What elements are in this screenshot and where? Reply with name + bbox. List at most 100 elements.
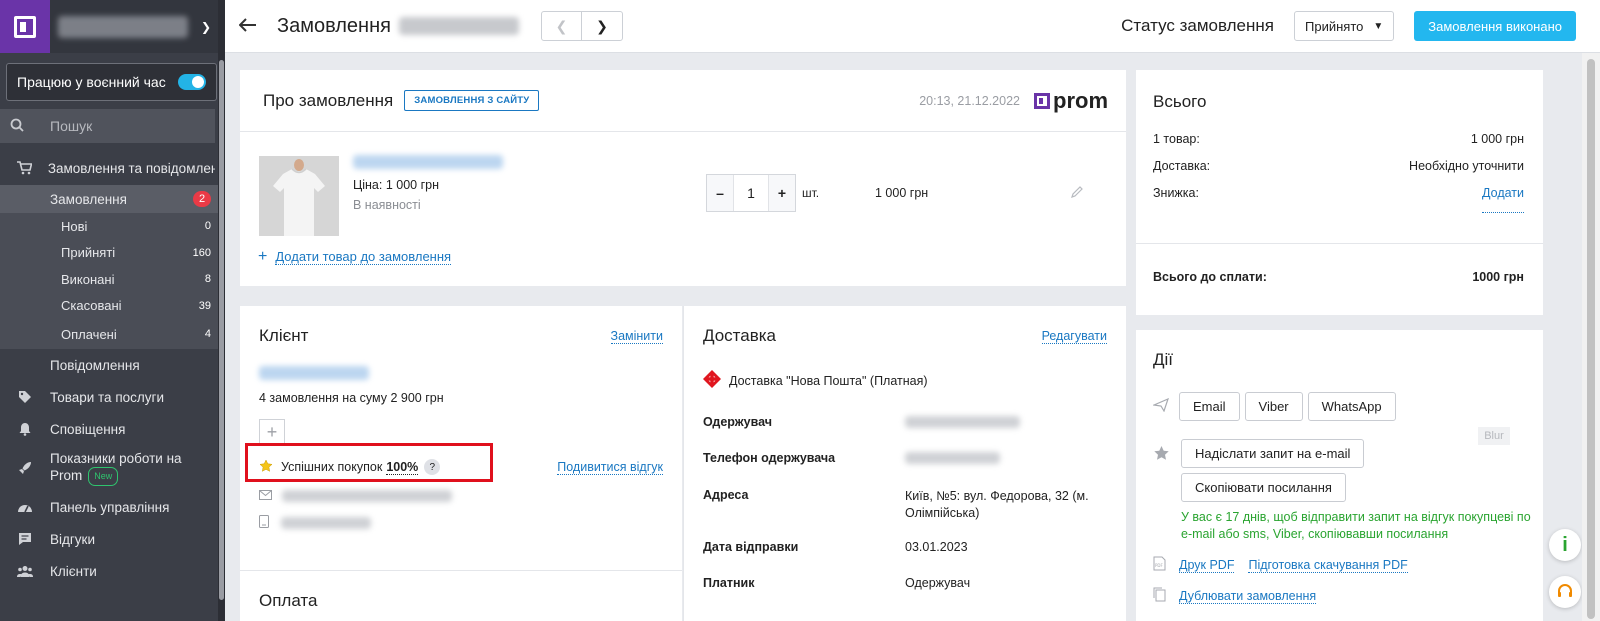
- delivery-method: Доставка "Нова Пошта" (Платная): [684, 370, 1126, 391]
- totals-row-discount: Знижка: Додати: [1136, 186, 1543, 213]
- order-source-tag[interactable]: ЗАМОВЛЕННЯ З САЙТУ: [404, 90, 540, 111]
- order-pager: ❮ ❯: [540, 11, 623, 41]
- sidebar-item-dashboard[interactable]: Панель управління: [0, 491, 225, 523]
- product-image[interactable]: [259, 156, 339, 236]
- review-request-actions: Надіслати запит на e-mail Скопіювати пос…: [1181, 439, 1531, 543]
- add-item-link[interactable]: + Додати товар до замовлення: [258, 248, 452, 266]
- subitem-count: 4: [204, 328, 211, 340]
- client-phone-blurred: [281, 517, 371, 529]
- recipient-blurred: [905, 416, 1020, 428]
- add-item-label: Додати товар до замовлення: [275, 249, 452, 265]
- sidebar-item-products[interactable]: Товари та послуги: [0, 381, 225, 413]
- mail-icon: [259, 488, 272, 503]
- sidebar-subitem-canceled[interactable]: Скасовані 39: [0, 293, 225, 320]
- add-client-tag-button[interactable]: +: [259, 419, 285, 445]
- sidebar-item-orders[interactable]: Замовлення 2: [0, 185, 225, 213]
- star-outline-icon: [1153, 439, 1181, 464]
- sidebar-item-label: Відгуки: [50, 531, 96, 547]
- prom-logo[interactable]: [0, 0, 50, 53]
- quantity-input[interactable]: 1: [733, 175, 769, 211]
- sidebar-item-label: Показники роботи на Prom New: [50, 450, 190, 486]
- field-label: Дата відправки: [703, 540, 799, 554]
- info-icon[interactable]: i: [1549, 529, 1581, 561]
- view-review-link[interactable]: Подивитися відгук: [557, 460, 663, 475]
- row-value: 1 000 грн: [1470, 132, 1524, 146]
- duplicate-order-link[interactable]: Дублювати замовлення: [1179, 589, 1317, 604]
- rocket-icon: [14, 461, 36, 475]
- order-card: Про замовлення ЗАМОВЛЕННЯ З САЙТУ 20:13,…: [240, 70, 1126, 286]
- cart-icon: [14, 161, 34, 175]
- sidebar-search[interactable]: Пошук: [0, 109, 215, 143]
- gauge-icon: [14, 501, 36, 513]
- war-mode-toggle-row[interactable]: Працюю у воєнний час: [6, 63, 217, 101]
- row-value: Необхідно уточнити: [1409, 159, 1524, 173]
- payment-card: Оплата: [240, 570, 682, 621]
- client-orders-summary: 4 замовлення на суму 2 900 грн: [259, 391, 444, 405]
- prev-order-button[interactable]: ❮: [542, 12, 582, 40]
- company-name-blurred: [58, 15, 188, 38]
- grand-value: 1000 грн: [1472, 270, 1524, 284]
- client-card-title: Клієнт: [259, 326, 309, 345]
- totals-title: Всього: [1153, 92, 1207, 111]
- sidebar-scrollbar[interactable]: [218, 0, 225, 621]
- war-mode-toggle[interactable]: [178, 74, 206, 90]
- subitem-count: 39: [198, 299, 211, 312]
- order-card-title: Про замовлення: [263, 90, 394, 110]
- field-label: Платник: [703, 576, 755, 590]
- product-info: Ціна: 1 000 грн В наявності: [353, 155, 503, 212]
- war-mode-label: Працюю у воєнний час: [17, 74, 166, 90]
- sidebar-item-label: Виконані: [61, 271, 115, 287]
- increase-quantity-button[interactable]: +: [769, 175, 795, 211]
- status-value: Прийнято: [1305, 18, 1364, 34]
- whatsapp-button[interactable]: WhatsApp: [1307, 392, 1396, 421]
- back-arrow-icon[interactable]: [238, 15, 269, 38]
- product-name-blurred[interactable]: [353, 155, 503, 169]
- email-button[interactable]: Email: [1179, 392, 1240, 421]
- sidebar-item-performance[interactable]: Показники роботи на Prom New: [0, 445, 225, 491]
- sidebar-item-notifications[interactable]: Сповіщення: [0, 413, 225, 445]
- viber-button[interactable]: Viber: [1244, 392, 1303, 421]
- chevron-down-icon: ❯: [200, 19, 211, 34]
- complete-order-button[interactable]: Замовлення виконано: [1414, 11, 1576, 41]
- edit-delivery-link[interactable]: Редагувати: [1041, 329, 1107, 344]
- row-label: Доставка:: [1153, 159, 1211, 173]
- decrease-quantity-button[interactable]: –: [707, 175, 733, 211]
- svg-text:PDF: PDF: [1155, 563, 1163, 568]
- bell-icon: [14, 422, 36, 436]
- status-select[interactable]: Прийнято ▼: [1294, 11, 1395, 41]
- payment-title: Оплата: [259, 591, 318, 610]
- sidebar-item-clients[interactable]: Клієнти: [0, 555, 225, 587]
- sidebar-item-orders-messages[interactable]: Замовлення та повідомлення: [0, 151, 225, 185]
- prepare-pdf-link[interactable]: Підготовка скачування PDF: [1248, 558, 1408, 573]
- status-label: Статус замовлення: [1121, 16, 1274, 35]
- change-client-link[interactable]: Замінити: [610, 329, 663, 344]
- highlight-frame: [245, 443, 493, 482]
- send-review-request-button[interactable]: Надіслати запит на e-mail: [1181, 439, 1365, 468]
- quantity-stepper: – 1 + шт.: [706, 174, 819, 212]
- pencil-icon[interactable]: [1070, 185, 1084, 203]
- sidebar-item-messages[interactable]: Повідомлення: [0, 349, 225, 381]
- add-discount-link[interactable]: Додати: [1482, 186, 1524, 213]
- chevron-down-icon: ▼: [1373, 20, 1384, 32]
- sidebar-item-reviews[interactable]: Відгуки: [0, 523, 225, 555]
- page-header: Замовлення ❮ ❯ Статус замовлення Прийнят…: [225, 0, 1600, 53]
- sidebar-subitem-completed[interactable]: Виконані 8: [0, 266, 225, 293]
- plus-icon: +: [258, 248, 268, 265]
- orders-count-badge: 2: [193, 191, 211, 207]
- copy-link-button[interactable]: Скопіювати посилання: [1181, 473, 1346, 502]
- sidebar-subitem-paid[interactable]: Оплачені 4: [0, 319, 225, 349]
- sidebar-subitem-new[interactable]: Нові 0: [0, 213, 225, 240]
- sidebar-subitem-accepted[interactable]: Прийняті 160: [0, 240, 225, 267]
- tag-icon: [14, 390, 36, 404]
- sidebar-item-label: Оплачені: [61, 326, 117, 342]
- company-switcher[interactable]: ❯: [58, 12, 217, 42]
- client-phone-row: [259, 515, 663, 531]
- next-order-button[interactable]: ❯: [582, 12, 622, 40]
- subitem-count: 0: [204, 220, 211, 233]
- page-scrollbar[interactable]: [1582, 53, 1600, 621]
- support-headset-icon[interactable]: [1549, 576, 1581, 608]
- delivery-field-phone: Телефон одержувача: [703, 440, 1107, 476]
- client-name-blurred[interactable]: [259, 366, 369, 380]
- subitem-count: 8: [204, 273, 211, 286]
- print-pdf-link[interactable]: Друк PDF: [1179, 558, 1235, 573]
